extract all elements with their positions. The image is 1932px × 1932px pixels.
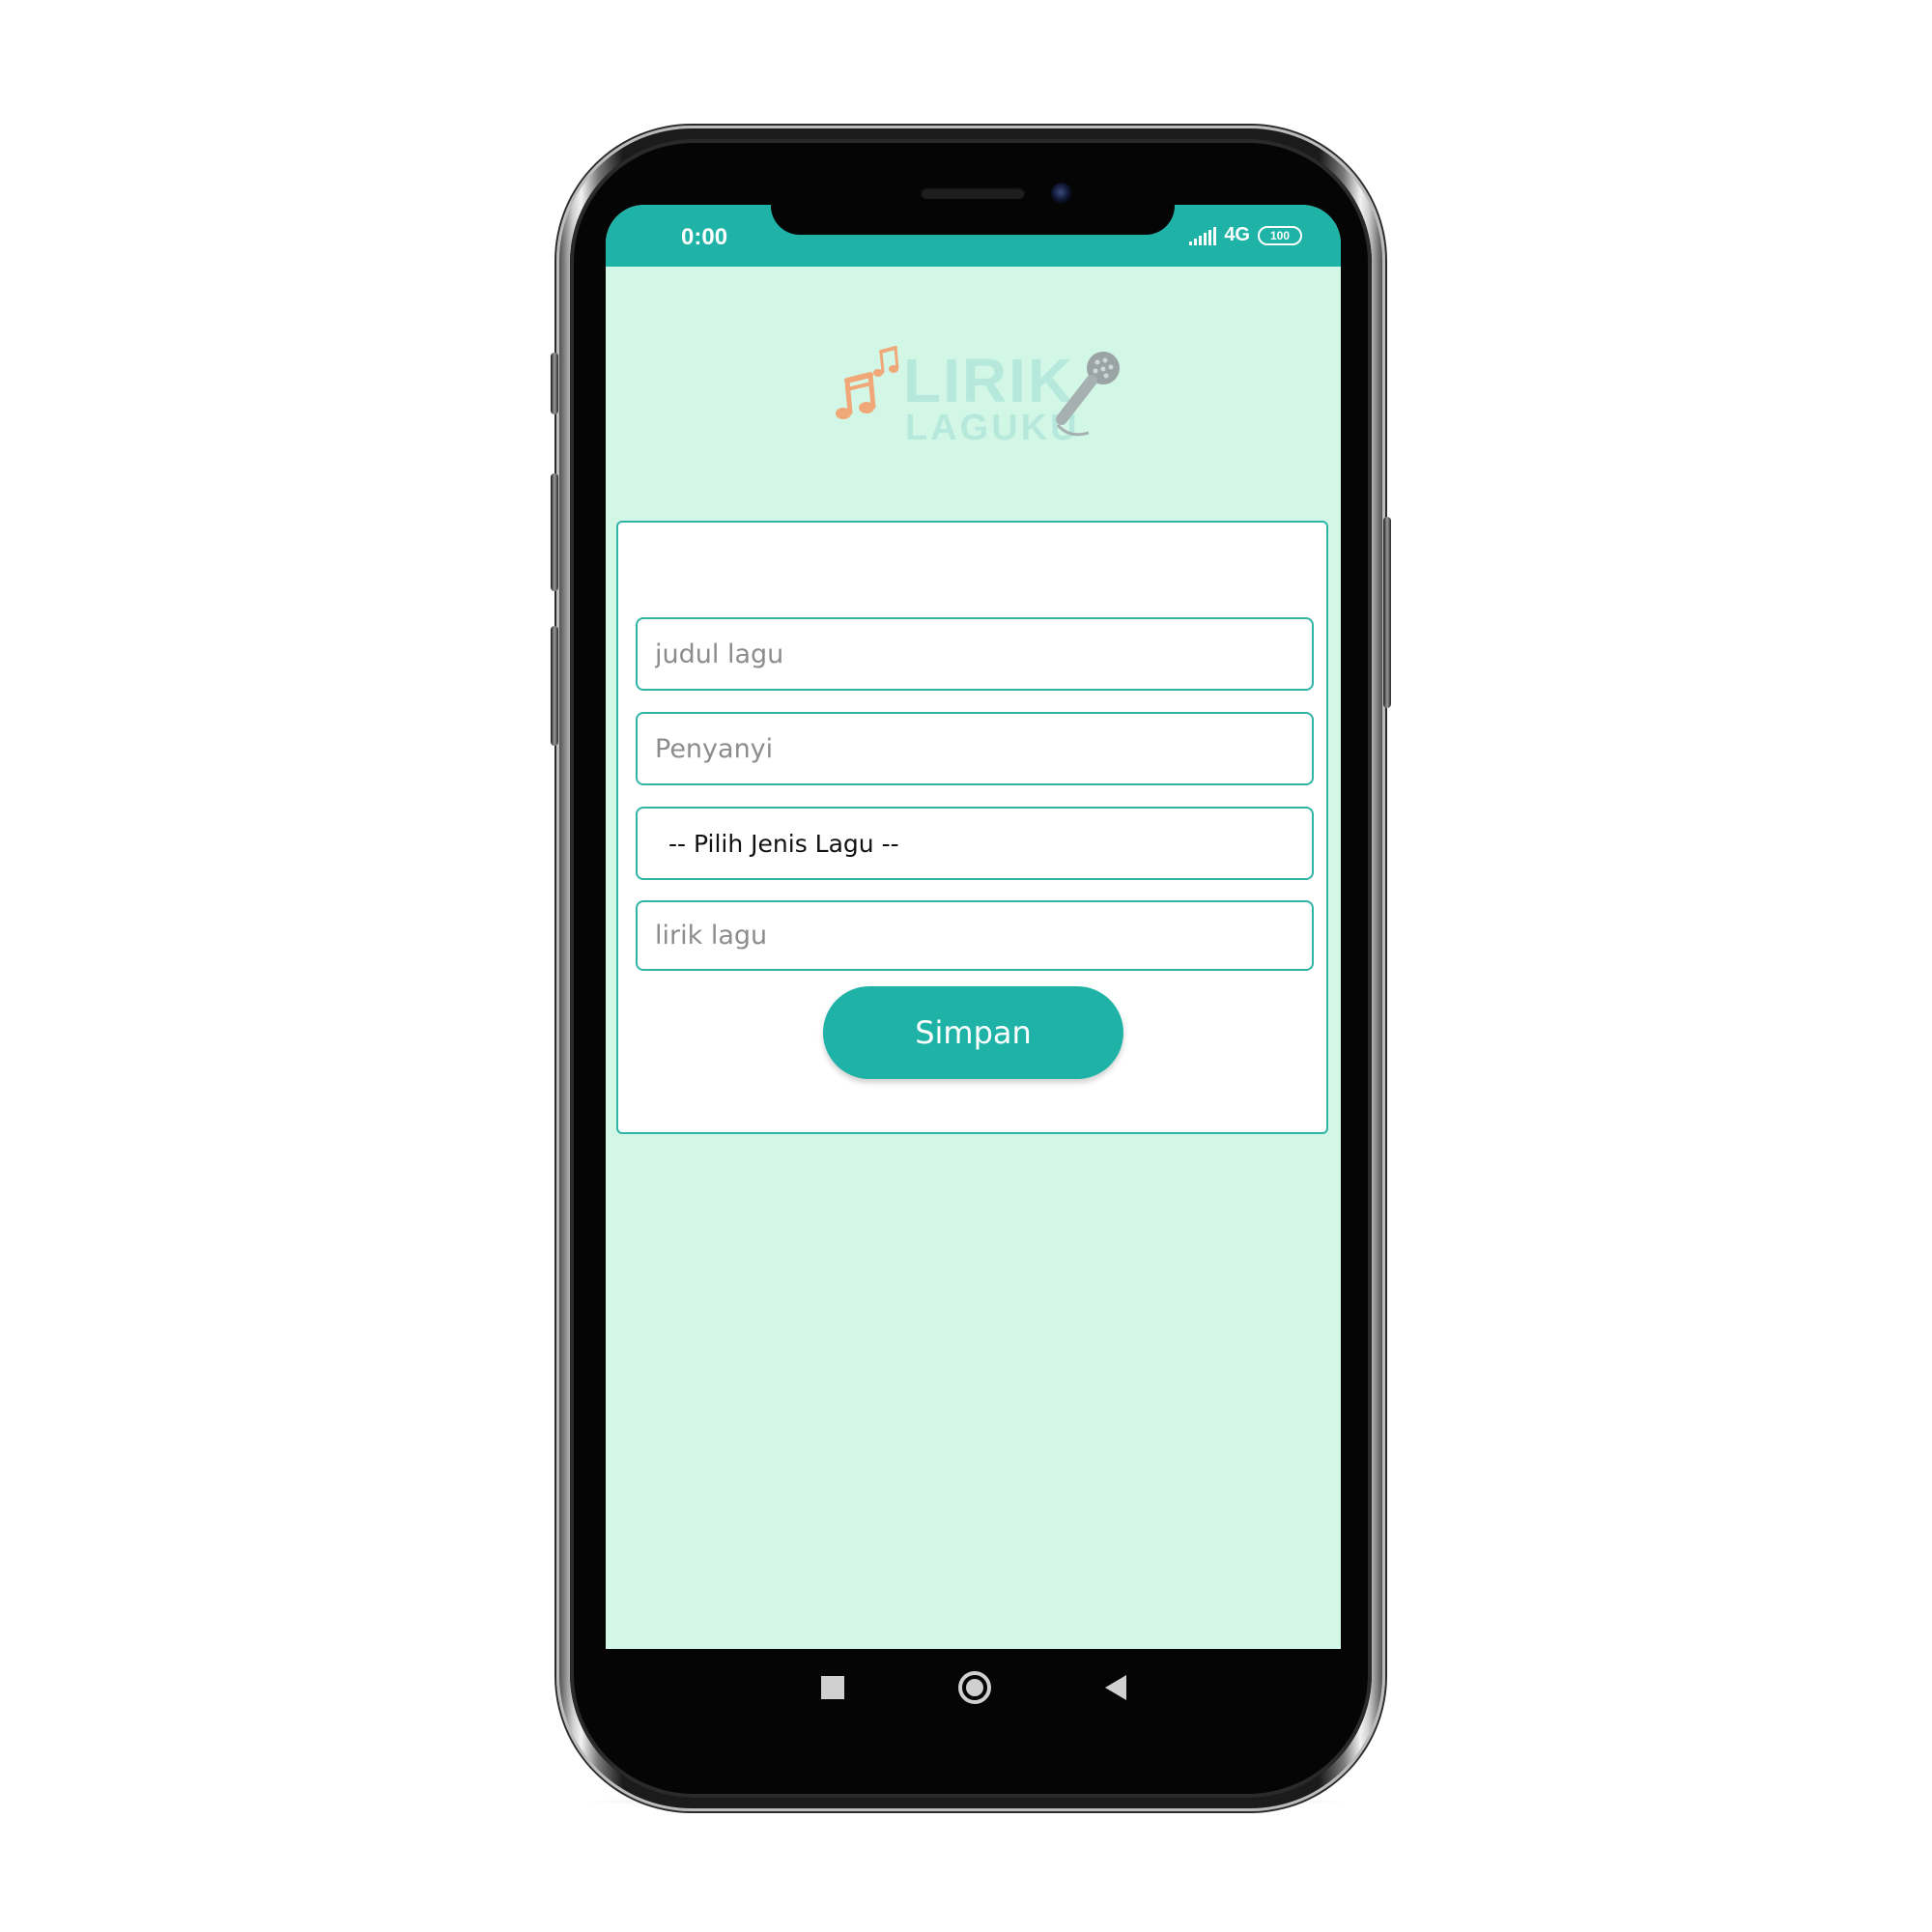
signal-icon — [1189, 226, 1217, 245]
save-button[interactable]: Simpan — [823, 986, 1123, 1079]
network-type: 4G — [1224, 224, 1250, 245]
song-title-input[interactable] — [638, 639, 1312, 669]
stage: 0:00 4G 100 LIRIK LAGUKU judul lagu Peny… — [0, 0, 1932, 1932]
power-button — [1383, 517, 1391, 708]
recent-apps-icon[interactable] — [820, 1676, 844, 1699]
music-notes-icon — [836, 346, 899, 419]
app-logo: LIRIK LAGUKU — [828, 340, 1127, 446]
front-camera-icon — [1051, 183, 1072, 204]
lyrics-input[interactable] — [638, 921, 1312, 951]
battery-level: 100 — [1269, 228, 1291, 242]
app-screen: 0:00 4G 100 LIRIK LAGUKU judul lagu Peny… — [606, 205, 1341, 1649]
home-icon[interactable] — [957, 1671, 991, 1704]
phone-notch — [771, 198, 1175, 235]
microphone-icon — [1056, 352, 1120, 437]
status-time: 0:00 — [681, 224, 728, 250]
status-indicators: 4G 100 — [1189, 224, 1302, 246]
volume-up-button — [551, 473, 558, 591]
volume-down-button — [551, 626, 558, 746]
earpiece-speaker — [921, 187, 1025, 199]
genre-select-value: -- Pilih Jenis Lagu -- — [668, 829, 899, 858]
singer-field[interactable] — [636, 712, 1314, 785]
logo-text-line1: LIRIK — [903, 346, 1075, 415]
battery-icon: 100 — [1258, 225, 1302, 245]
lyrics-field[interactable] — [636, 900, 1314, 971]
genre-select[interactable]: -- Pilih Jenis Lagu -- — [636, 807, 1314, 880]
back-icon[interactable] — [1104, 1675, 1126, 1700]
song-form-card: -- Pilih Jenis Lagu -- Simpan — [616, 521, 1328, 1134]
song-title-field[interactable] — [636, 617, 1314, 691]
singer-input[interactable] — [638, 733, 1312, 764]
navigation-bar — [606, 1649, 1341, 1726]
mute-switch — [551, 353, 558, 414]
